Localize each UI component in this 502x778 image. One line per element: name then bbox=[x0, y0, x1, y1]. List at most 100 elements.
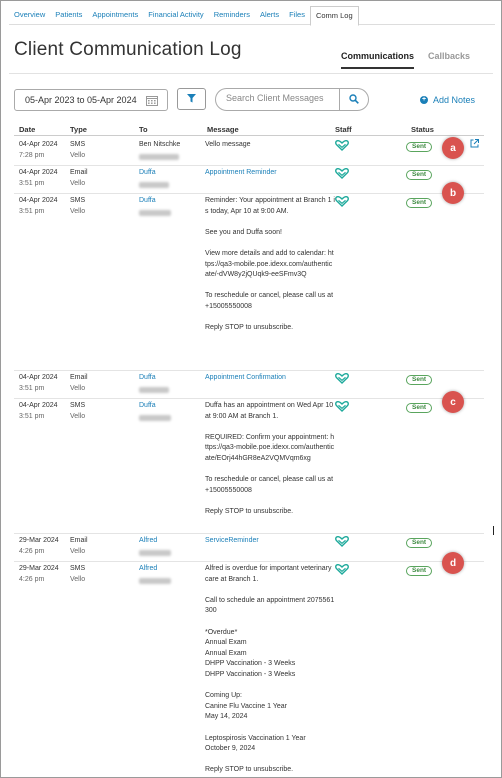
status-badge: Sent bbox=[406, 375, 433, 385]
tab-callbacks[interactable]: Callbacks bbox=[428, 51, 470, 69]
row-message-paragraph: Vello message bbox=[205, 141, 251, 148]
table-header-divider bbox=[14, 135, 484, 136]
row-recipient-contact-redacted bbox=[139, 575, 171, 589]
filter-button[interactable] bbox=[177, 88, 206, 110]
table-row[interactable]: 29-Mar 2024 4:26 pm SMS Vello Alfred Alfred i… bbox=[14, 562, 484, 777]
text-cursor bbox=[493, 526, 494, 535]
search-button[interactable] bbox=[339, 89, 368, 110]
table-row[interactable]: 04-Apr 2024 3:51 pm Email Vello Duffa Appoint… bbox=[14, 371, 484, 399]
row-recipient[interactable]: Alfred bbox=[139, 536, 157, 547]
staff-heart-icon bbox=[335, 400, 349, 414]
row-message[interactable]: Appointment Confirmation bbox=[205, 373, 335, 384]
view-tabs: Communications Callbacks bbox=[341, 51, 484, 69]
row-message-paragraph: Coming Up: Canine Flu Vaccine 1 Year May… bbox=[205, 692, 287, 721]
row-type: Email bbox=[70, 169, 88, 176]
header-divider bbox=[9, 73, 493, 74]
staff-heart-icon bbox=[335, 563, 349, 577]
row-type: SMS bbox=[70, 197, 86, 204]
column-header-type: Type bbox=[70, 125, 87, 134]
table-row[interactable]: 29-Mar 2024 4:26 pm Email Vello Alfred Servic… bbox=[14, 534, 484, 562]
row-message-paragraph: Appointment Reminder bbox=[205, 169, 277, 176]
search-icon bbox=[349, 93, 359, 106]
tab-patients[interactable]: Patients bbox=[50, 6, 87, 25]
row-recipient: Ben Nitschke bbox=[139, 141, 181, 148]
search-input[interactable] bbox=[226, 93, 338, 103]
row-time: 4:26 pm bbox=[19, 547, 45, 555]
row-recipient[interactable]: Duffa bbox=[139, 168, 156, 179]
tab-alerts[interactable]: Alerts bbox=[255, 6, 284, 25]
staff-heart-icon bbox=[335, 167, 349, 181]
row-message-paragraph: *Overdue* Annual Exam Annual Exam DHPP V… bbox=[205, 628, 296, 678]
status-badge: Sent bbox=[406, 566, 433, 576]
row-message[interactable]: ServiceReminder bbox=[205, 536, 335, 547]
row-message-paragraph: Duffa has an appointment on Wed Apr 10 a… bbox=[205, 402, 334, 420]
row-message-paragraph: See you and Duffa soon! bbox=[205, 228, 282, 236]
calendar-icon[interactable] bbox=[146, 95, 158, 108]
row-date: 04-Apr 2024 bbox=[19, 141, 58, 148]
row-message-paragraph: Reply STOP to unsubscribe. bbox=[205, 324, 294, 332]
date-range-value: 05-Apr 2023 to 05-Apr 2024 bbox=[25, 95, 137, 105]
table-row[interactable]: 04-Apr 2024 7:28 pm SMS Vello Ben Nitschke Ve… bbox=[14, 138, 484, 166]
row-message: Alfred is overdue for important veterina… bbox=[205, 564, 335, 776]
column-header-date: Date bbox=[19, 125, 36, 134]
row-message-paragraph: Reply STOP to unsubscribe. bbox=[205, 507, 294, 515]
row-recipient[interactable]: Duffa bbox=[139, 373, 156, 384]
row-type: SMS bbox=[70, 141, 86, 148]
table-row[interactable]: 04-Apr 2024 3:51 pm Email Vello Duffa Appoint… bbox=[14, 166, 484, 194]
row-message[interactable]: Appointment Reminder bbox=[205, 168, 335, 179]
plus-circle-icon: + bbox=[420, 96, 428, 104]
table-row[interactable]: 04-Apr 2024 3:51 pm SMS Vello Duffa Reminder:… bbox=[14, 194, 484, 371]
status-badge: Sent bbox=[406, 538, 433, 548]
tab-financial-activity[interactable]: Financial Activity bbox=[143, 6, 208, 25]
tab-files[interactable]: Files bbox=[284, 6, 310, 25]
tab-communications[interactable]: Communications bbox=[341, 51, 415, 69]
row-channel: Vello bbox=[70, 575, 86, 583]
callout-a: a bbox=[442, 137, 464, 159]
tab-comm-log[interactable]: Comm Log bbox=[309, 6, 359, 26]
table-row[interactable]: 04-Apr 2024 3:51 pm SMS Vello Duffa Duffa has… bbox=[14, 399, 484, 534]
status-badge: Sent bbox=[406, 198, 433, 208]
row-time: 3:51 pm bbox=[19, 207, 45, 215]
row-time: 3:51 pm bbox=[19, 179, 45, 187]
row-recipient-contact-redacted bbox=[139, 384, 169, 398]
row-message: Vello message bbox=[205, 140, 335, 151]
search-box bbox=[215, 88, 369, 111]
row-time: 7:28 pm bbox=[19, 151, 45, 159]
tab-appointments[interactable]: Appointments bbox=[87, 6, 143, 25]
row-message-paragraph: Reminder: Your appointment at Branch 1 i… bbox=[205, 197, 335, 215]
row-type: SMS bbox=[70, 565, 86, 572]
row-recipient[interactable]: Duffa bbox=[139, 196, 156, 207]
row-channel: Vello bbox=[70, 384, 86, 392]
row-message-paragraph: Call to schedule an appointment 20755613… bbox=[205, 596, 335, 615]
tab-reminders[interactable]: Reminders bbox=[209, 6, 255, 25]
row-recipient[interactable]: Duffa bbox=[139, 401, 156, 412]
row-type: Email bbox=[70, 537, 88, 544]
row-message-paragraph: To reschedule or cancel, please call us … bbox=[205, 476, 334, 494]
row-channel: Vello bbox=[70, 547, 86, 555]
comm-log-window: Overview Patients Appointments Financial… bbox=[0, 0, 502, 778]
date-range-picker[interactable]: 05-Apr 2023 to 05-Apr 2024 bbox=[14, 89, 168, 111]
row-recipient[interactable]: Alfred bbox=[139, 564, 157, 575]
row-channel: Vello bbox=[70, 151, 86, 159]
column-header-status: Status bbox=[411, 125, 434, 134]
row-time: 4:26 pm bbox=[19, 575, 45, 583]
staff-heart-icon bbox=[335, 139, 349, 153]
row-message: Duffa has an appointment on Wed Apr 10 a… bbox=[205, 401, 335, 518]
row-recipient-contact-redacted bbox=[139, 547, 171, 561]
row-date: 29-Mar 2024 bbox=[19, 537, 59, 544]
row-recipient-contact-redacted bbox=[139, 207, 171, 221]
row-message-paragraph: Leptospirosis Vaccination 1 Year October… bbox=[205, 734, 306, 753]
row-date: 04-Apr 2024 bbox=[19, 374, 58, 381]
staff-heart-icon bbox=[335, 372, 349, 386]
tab-overview[interactable]: Overview bbox=[9, 6, 50, 25]
row-date: 04-Apr 2024 bbox=[19, 402, 58, 409]
row-time: 3:51 pm bbox=[19, 384, 45, 392]
row-channel: Vello bbox=[70, 207, 86, 215]
row-message-paragraph: ServiceReminder bbox=[205, 537, 259, 544]
add-notes-button[interactable]: + Add Notes bbox=[420, 95, 475, 105]
external-link-icon[interactable] bbox=[470, 139, 479, 150]
staff-heart-icon bbox=[335, 535, 349, 549]
row-recipient-contact-redacted bbox=[139, 151, 179, 165]
page-title: Client Communication Log bbox=[14, 39, 242, 60]
row-message-paragraph: Reply STOP to unsubscribe. bbox=[205, 766, 294, 774]
